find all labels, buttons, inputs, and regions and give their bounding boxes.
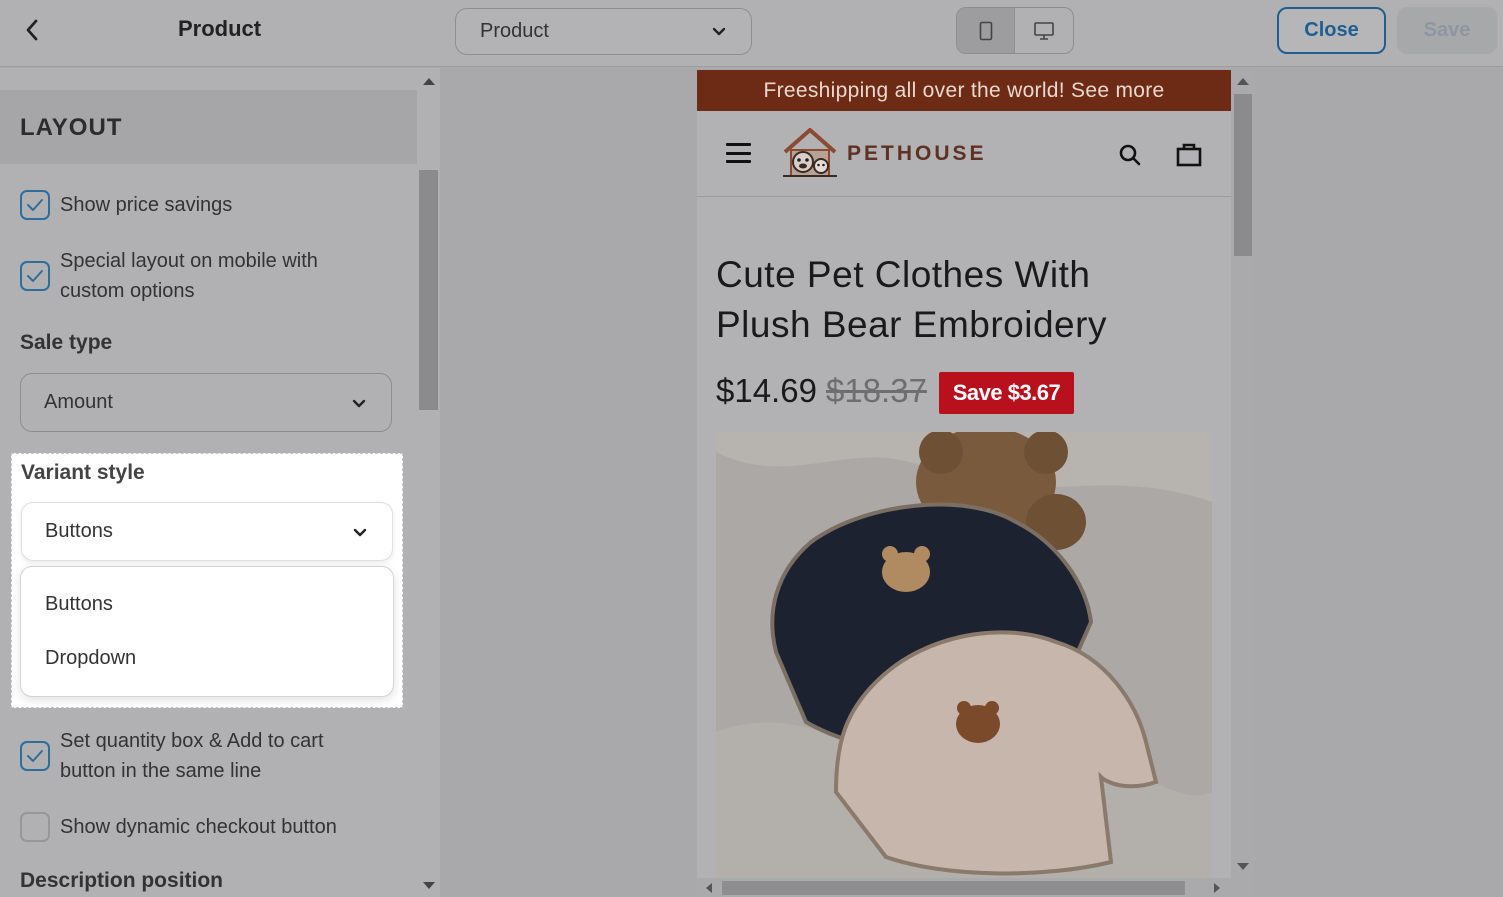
compare-at-price: $18.37 bbox=[826, 372, 927, 409]
check-icon bbox=[27, 750, 43, 762]
brand-name[interactable]: PETHOUSE bbox=[847, 142, 987, 166]
save-button[interactable]: Save bbox=[1397, 7, 1497, 54]
device-toggle bbox=[956, 7, 1074, 54]
layout-section-title: LAYOUT bbox=[20, 114, 123, 141]
scroll-down-arrow-icon[interactable] bbox=[1237, 863, 1249, 870]
option-label: Special layout on mobile with custom opt… bbox=[60, 250, 318, 302]
option-show-price-savings[interactable]: Show price savings bbox=[20, 190, 370, 220]
page-type-select-value: Product bbox=[480, 20, 549, 42]
preview-horizontal-scrollbar[interactable] bbox=[697, 878, 1254, 897]
variant-style-label: Variant style bbox=[21, 461, 145, 484]
page-title: Product bbox=[178, 16, 262, 41]
mobile-view-button[interactable] bbox=[957, 8, 1016, 53]
shopping-bag-icon[interactable] bbox=[1176, 141, 1202, 167]
top-bar: Product Product Close Save bbox=[0, 0, 1503, 67]
scroll-up-arrow-icon[interactable] bbox=[1237, 78, 1249, 85]
checkbox-unchecked[interactable] bbox=[20, 812, 50, 842]
scroll-left-arrow-icon[interactable] bbox=[706, 883, 712, 893]
chevron-down-icon bbox=[712, 27, 726, 36]
chevron-down-icon bbox=[352, 399, 366, 408]
variant-style-highlight: Variant style Buttons Buttons Dropdown bbox=[11, 453, 403, 708]
desktop-view-button[interactable] bbox=[1015, 8, 1073, 53]
product-title: Cute Pet Clothes With Plush Bear Embroid… bbox=[716, 254, 1107, 345]
store-preview: Freeshipping all over the world! See mor… bbox=[697, 70, 1231, 878]
check-icon bbox=[27, 199, 43, 211]
option-special-mobile-layout[interactable]: Special layout on mobile with custom opt… bbox=[20, 246, 370, 306]
sale-type-value: Amount bbox=[44, 391, 113, 413]
scroll-down-arrow-icon[interactable] bbox=[423, 882, 435, 889]
variant-style-value: Buttons bbox=[45, 520, 113, 542]
scroll-right-arrow-icon[interactable] bbox=[1214, 883, 1220, 893]
option-label: Show dynamic checkout button bbox=[60, 816, 337, 838]
back-button[interactable] bbox=[18, 16, 46, 44]
product-photo-illustration bbox=[716, 432, 1212, 878]
announcement-bar[interactable]: Freeshipping all over the world! See mor… bbox=[697, 70, 1231, 111]
settings-scrollbar[interactable] bbox=[417, 68, 440, 897]
sale-type-label: Sale type bbox=[20, 331, 113, 354]
scrollbar-thumb[interactable] bbox=[722, 881, 1185, 895]
chevron-down-icon bbox=[353, 528, 367, 537]
scrollbar-thumb[interactable] bbox=[1234, 94, 1252, 256]
menu-icon[interactable] bbox=[726, 143, 751, 163]
scrollbar-thumb[interactable] bbox=[419, 170, 438, 410]
store-header: PETHOUSE bbox=[697, 111, 1231, 197]
check-icon bbox=[27, 270, 43, 282]
product-price: $14.69 bbox=[716, 372, 817, 409]
option-label: Set quantity box & Add to cart button in… bbox=[60, 730, 324, 782]
description-position-label: Description position bbox=[20, 869, 224, 892]
pethouse-logo-icon[interactable] bbox=[779, 126, 841, 180]
option-dynamic-checkout[interactable]: Show dynamic checkout button bbox=[20, 812, 370, 842]
checkbox-checked[interactable] bbox=[20, 741, 50, 771]
sale-type-select[interactable]: Amount bbox=[20, 373, 392, 432]
announcement-text: Freeshipping all over the world! See mor… bbox=[763, 78, 1165, 102]
option-label: Show price savings bbox=[60, 194, 233, 216]
close-button[interactable]: Close bbox=[1277, 7, 1386, 54]
option-quantity-same-line[interactable]: Set quantity box & Add to cart button in… bbox=[20, 726, 370, 786]
dropdown-option-buttons[interactable]: Buttons bbox=[45, 593, 113, 616]
variant-style-select[interactable]: Buttons bbox=[21, 502, 393, 561]
mobile-icon bbox=[979, 21, 992, 40]
scroll-up-arrow-icon[interactable] bbox=[423, 78, 435, 85]
desktop-icon bbox=[1034, 21, 1054, 40]
checkbox-checked[interactable] bbox=[20, 190, 50, 220]
search-icon[interactable] bbox=[1118, 143, 1142, 167]
chevron-left-icon bbox=[26, 19, 38, 41]
save-badge: Save $3.67 bbox=[939, 372, 1074, 414]
page-type-select[interactable]: Product bbox=[455, 8, 752, 55]
variant-style-dropdown-menu: Buttons Dropdown bbox=[20, 566, 394, 697]
layout-section-header: LAYOUT bbox=[0, 90, 417, 164]
checkbox-checked[interactable] bbox=[20, 261, 50, 291]
preview-vertical-scrollbar[interactable] bbox=[1231, 70, 1254, 878]
dropdown-option-dropdown[interactable]: Dropdown bbox=[45, 647, 136, 670]
product-image[interactable] bbox=[716, 432, 1212, 878]
